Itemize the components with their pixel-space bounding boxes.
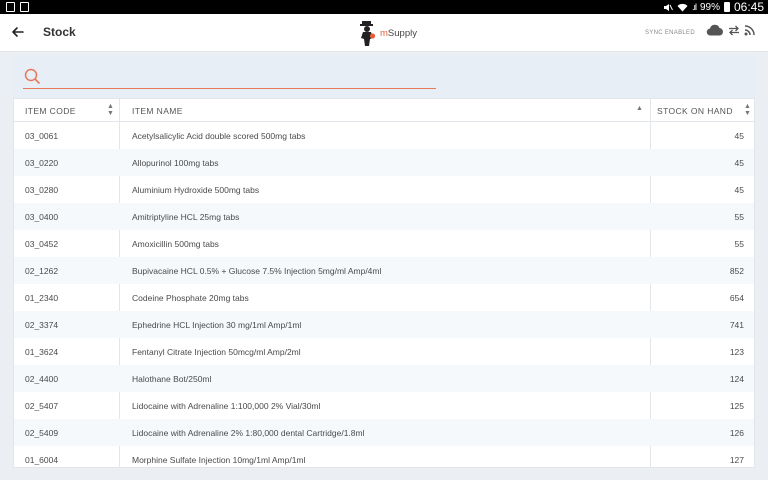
item-name-cell: Aluminium Hydroxide 500mg tabs xyxy=(132,184,260,195)
item-code-cell: 03_0220 xyxy=(25,157,59,168)
item-name-cell: Lidocaine with Adrenaline 1:100,000 2% V… xyxy=(132,400,321,411)
item-name-cell: Lidocaine with Adrenaline 2% 1:80,000 de… xyxy=(132,427,365,438)
table-row[interactable]: 03_0220 Allopurinol 100mg tabs 45 xyxy=(14,149,754,176)
table-row[interactable]: 02_1262 Bupivacaine HCL 0.5% + Glucose 7… xyxy=(14,257,754,284)
page-title: Stock xyxy=(43,25,76,39)
table-row[interactable]: 03_0280 Aluminium Hydroxide 500mg tabs 4… xyxy=(14,176,754,203)
item-name-cell: Allopurinol 100mg tabs xyxy=(132,157,219,168)
sync-arrows-icon[interactable] xyxy=(728,25,740,36)
column-header-stock-on-hand[interactable]: STOCK ON HAND ▲ ▼ xyxy=(650,99,754,122)
stock-cell: 55 xyxy=(734,238,744,249)
item-code-cell: 03_0452 xyxy=(25,238,59,249)
stock-cell: 124 xyxy=(729,373,744,384)
table-row[interactable]: 02_5407 Lidocaine with Adrenaline 1:100,… xyxy=(14,392,754,419)
sort-down-icon: ▼ xyxy=(744,110,752,117)
logo-figure-icon xyxy=(360,20,376,46)
sort-up-icon: ▲ xyxy=(107,103,115,110)
table-row[interactable]: 01_6004 Morphine Sulfate Injection 10mg/… xyxy=(14,446,754,467)
item-code-cell: 01_3624 xyxy=(25,346,59,357)
item-name-cell: Acetylsalicylic Acid double scored 500mg… xyxy=(132,130,306,141)
msupply-logo: mSupply xyxy=(358,20,417,46)
arrow-left-icon xyxy=(12,27,24,37)
item-code-cell: 01_6004 xyxy=(25,454,59,465)
item-code-cell: 02_3374 xyxy=(25,319,59,330)
column-header-item-name[interactable]: ITEM NAME ▲ xyxy=(119,99,650,122)
sort-ascending-icon: ▲ xyxy=(636,105,644,112)
rss-icon[interactable] xyxy=(744,24,755,36)
battery-icon xyxy=(723,2,730,12)
item-code-cell: 02_5407 xyxy=(25,400,59,411)
app-header: Stock mSupply SYNC ENABLED xyxy=(0,14,768,52)
wifi-icon xyxy=(677,3,688,11)
stock-cell: 852 xyxy=(729,265,744,276)
image-icon xyxy=(20,2,29,12)
search-panel xyxy=(13,55,755,98)
table-row[interactable]: 02_4400 Halothane Bot/250ml 124 xyxy=(14,365,754,392)
stock-cell: 55 xyxy=(734,211,744,222)
item-name-cell: Amoxicillin 500mg tabs xyxy=(132,238,219,249)
status-bar: .ıl 99% 06:45 xyxy=(0,0,768,14)
table-row[interactable]: 01_3624 Fentanyl Citrate Injection 50mcg… xyxy=(14,338,754,365)
logo-text: mSupply xyxy=(380,27,417,39)
item-name-cell: Amitriptyline HCL 25mg tabs xyxy=(132,211,240,222)
signal-icon: .ıl xyxy=(691,2,697,12)
item-code-cell: 03_0400 xyxy=(25,211,59,222)
stock-cell: 127 xyxy=(729,454,744,465)
back-button[interactable] xyxy=(8,22,28,42)
sort-down-icon: ▼ xyxy=(107,110,115,117)
item-code-cell: 01_2340 xyxy=(25,292,59,303)
table-row[interactable]: 02_3374 Ephedrine HCL Injection 30 mg/1m… xyxy=(14,311,754,338)
stock-cell: 125 xyxy=(729,400,744,411)
item-name-cell: Halothane Bot/250ml xyxy=(132,373,212,384)
table-row[interactable]: 03_0452 Amoxicillin 500mg tabs 55 xyxy=(14,230,754,257)
column-header-item-code[interactable]: ITEM CODE ▲ ▼ xyxy=(14,99,119,122)
search-icon xyxy=(24,68,41,85)
stock-cell: 45 xyxy=(734,130,744,141)
item-name-cell: Bupivacaine HCL 0.5% + Glucose 7.5% Inje… xyxy=(132,265,382,276)
battery-percent: 99% xyxy=(699,1,720,13)
cloud-icon[interactable] xyxy=(706,24,724,36)
item-code-cell: 02_5409 xyxy=(25,427,59,438)
stock-cell: 654 xyxy=(729,292,744,303)
sort-up-icon: ▲ xyxy=(744,103,752,110)
stock-table: ITEM CODE ▲ ▼ ITEM NAME ▲ STOCK ON HAND … xyxy=(13,98,755,468)
sync-status-label: SYNC ENABLED xyxy=(645,30,695,36)
search-input[interactable] xyxy=(23,63,436,89)
table-row[interactable]: 01_2340 Codeine Phosphate 20mg tabs 654 xyxy=(14,284,754,311)
table-row[interactable]: 03_0400 Amitriptyline HCL 25mg tabs 55 xyxy=(14,203,754,230)
item-code-cell: 02_1262 xyxy=(25,265,59,276)
table-header: ITEM CODE ▲ ▼ ITEM NAME ▲ STOCK ON HAND … xyxy=(14,99,754,122)
item-name-cell: Morphine Sulfate Injection 10mg/1ml Amp/… xyxy=(132,454,306,465)
stock-cell: 123 xyxy=(729,346,744,357)
item-name-cell: Codeine Phosphate 20mg tabs xyxy=(132,292,249,303)
table-body: 03_0061 Acetylsalicylic Acid double scor… xyxy=(14,122,754,467)
item-name-cell: Ephedrine HCL Injection 30 mg/1ml Amp/1m… xyxy=(132,319,302,330)
item-name-cell: Fentanyl Citrate Injection 50mcg/ml Amp/… xyxy=(132,346,301,357)
clock: 06:45 xyxy=(733,0,764,14)
notification-icon xyxy=(6,2,15,12)
table-row[interactable]: 02_5409 Lidocaine with Adrenaline 2% 1:8… xyxy=(14,419,754,446)
item-code-cell: 03_0061 xyxy=(25,130,59,141)
table-row[interactable]: 03_0061 Acetylsalicylic Acid double scor… xyxy=(14,122,754,149)
item-code-cell: 03_0280 xyxy=(25,184,59,195)
stock-cell: 126 xyxy=(729,427,744,438)
stock-cell: 45 xyxy=(734,184,744,195)
mute-icon xyxy=(663,3,673,11)
item-code-cell: 02_4400 xyxy=(25,373,59,384)
stock-cell: 741 xyxy=(729,319,744,330)
stock-cell: 45 xyxy=(734,157,744,168)
